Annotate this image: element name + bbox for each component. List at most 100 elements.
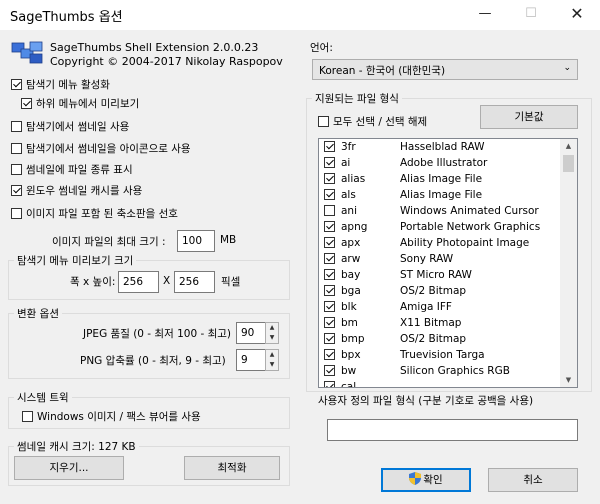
list-item-checkbox[interactable] <box>324 237 335 248</box>
list-item-checkbox[interactable] <box>324 269 335 280</box>
list-item-extension: bw <box>341 365 357 377</box>
checkbox-label: Windows 이미지 / 팩스 뷰어를 사용 <box>37 411 201 423</box>
custom-types-input[interactable] <box>327 419 578 441</box>
checkbox-box[interactable] <box>318 116 329 127</box>
default-button[interactable]: 기본값 <box>480 105 578 129</box>
list-item-extension: cal <box>341 381 357 388</box>
spin-down-icon[interactable]: ▼ <box>266 360 278 370</box>
list-item[interactable]: bm X11 Bitmap <box>319 315 577 331</box>
language-select[interactable]: Korean - 한국어 (대한민국) ⌄ <box>312 59 578 80</box>
checkbox-box[interactable] <box>11 143 22 154</box>
list-item-description: Ability Photopaint Image <box>400 237 530 249</box>
list-item-checkbox[interactable] <box>324 333 335 344</box>
list-item[interactable]: cal <box>319 379 577 388</box>
list-item-description: Hasselblad RAW <box>400 141 485 153</box>
list-item[interactable]: bmp OS/2 Bitmap <box>319 331 577 347</box>
list-item-extension: ani <box>341 205 358 217</box>
list-item[interactable]: arw Sony RAW <box>319 251 577 267</box>
preview-height-input[interactable]: 256 <box>174 271 215 293</box>
list-item-checkbox[interactable] <box>324 205 335 216</box>
spin-up-icon[interactable]: ▲ <box>266 350 278 360</box>
list-item[interactable]: ai Adobe Illustrator <box>319 155 577 171</box>
list-item[interactable]: bw Silicon Graphics RGB <box>319 363 577 379</box>
ok-button[interactable]: 확인 <box>381 468 471 492</box>
filetypes-list[interactable]: 3fr Hasselblad RAW ai Adobe Illustrator alia… <box>318 138 578 388</box>
list-item[interactable]: apng Portable Network Graphics <box>319 219 577 235</box>
list-item[interactable]: alias Alias Image File <box>319 171 577 187</box>
list-item-extension: alias <box>341 173 366 185</box>
explorer-thumbnails-checkbox[interactable]: 탐색기에서 썸네일 사용 <box>11 120 129 135</box>
show-filetype-checkbox[interactable]: 썸네일에 파일 종류 표시 <box>11 163 133 178</box>
jpeg-quality-spinner[interactable]: ▲ ▼ <box>265 322 279 344</box>
optimize-cache-button[interactable]: 최적화 <box>184 456 280 480</box>
app-logo-icon <box>11 40 45 66</box>
list-item-description: Alias Image File <box>400 173 483 185</box>
list-item-extension: bga <box>341 285 361 297</box>
list-item-checkbox[interactable] <box>324 221 335 232</box>
list-item-checkbox[interactable] <box>324 381 335 387</box>
thumbnails-as-icons-checkbox[interactable]: 탐색기에서 썸네일을 아이콘으로 사용 <box>11 142 191 157</box>
list-item-description: Adobe Illustrator <box>400 157 488 169</box>
minimize-button[interactable]: — <box>462 0 508 30</box>
scroll-up-icon[interactable]: ▲ <box>560 139 577 153</box>
windows-thumb-cache-checkbox[interactable]: 윈도우 썸네일 캐시를 사용 <box>11 184 142 199</box>
list-item[interactable]: 3fr Hasselblad RAW <box>319 139 577 155</box>
list-item[interactable]: bpx Truevision Targa <box>319 347 577 363</box>
max-size-input[interactable]: 100 <box>177 230 215 252</box>
system-tray-legend: 시스템 트윅 <box>14 390 72 405</box>
checkbox-label: 윈도우 썸네일 캐시를 사용 <box>26 185 143 197</box>
spin-up-icon[interactable]: ▲ <box>266 323 278 333</box>
png-compression-spinner[interactable]: ▲ ▼ <box>265 349 279 371</box>
select-all-checkbox[interactable]: 모두 선택 / 선택 해제 <box>318 115 427 130</box>
windows-viewer-checkbox[interactable]: Windows 이미지 / 팩스 뷰어를 사용 <box>22 410 201 425</box>
list-item-checkbox[interactable] <box>324 189 335 200</box>
list-item-checkbox[interactable] <box>324 253 335 264</box>
list-item[interactable]: bga OS/2 Bitmap <box>319 283 577 299</box>
list-item-checkbox[interactable] <box>324 365 335 376</box>
list-item-checkbox[interactable] <box>324 173 335 184</box>
checkbox-box[interactable] <box>11 208 22 219</box>
list-item[interactable]: als Alias Image File <box>319 187 577 203</box>
copyright-text: Copyright © 2004-2017 Nikolay Raspopov <box>50 55 283 68</box>
checkbox-label: 이미지 파일 포함 된 축소판을 선호 <box>26 208 178 220</box>
list-item-checkbox[interactable] <box>324 301 335 312</box>
list-item-description: OS/2 Bitmap <box>400 333 467 345</box>
checkbox-box[interactable] <box>11 79 22 90</box>
checkbox-box[interactable] <box>11 121 22 132</box>
list-item-checkbox[interactable] <box>324 317 335 328</box>
checkbox-box[interactable] <box>11 164 22 175</box>
list-item-checkbox[interactable] <box>324 157 335 168</box>
checkbox-box[interactable] <box>22 411 33 422</box>
language-value: Korean - 한국어 (대한민국) <box>319 65 446 77</box>
maximize-button[interactable]: ☐ <box>508 0 554 30</box>
list-scrollbar[interactable]: ▲ ▼ <box>560 139 577 387</box>
cache-size-label: 썸네일 캐시 크기: 127 KB <box>14 439 139 454</box>
list-item-extension: blk <box>341 301 357 313</box>
checkbox-box[interactable] <box>21 98 32 109</box>
app-name: SageThumbs Shell Extension 2.0.0.23 <box>50 41 259 54</box>
preview-size-label: 폭 x 높이: <box>70 276 116 288</box>
cancel-button[interactable]: 취소 <box>488 468 578 492</box>
clear-cache-button[interactable]: 지우기... <box>14 456 124 480</box>
jpeg-quality-label: JPEG 품질 (0 - 최저 100 - 최고) <box>83 328 232 340</box>
window-title: SageThumbs 옵션 <box>10 10 123 25</box>
list-item[interactable]: blk Amiga IFF <box>319 299 577 315</box>
prefer-embedded-checkbox[interactable]: 이미지 파일 포함 된 축소판을 선호 <box>11 207 178 222</box>
jpeg-quality-input[interactable]: 90 <box>236 322 266 344</box>
png-compression-input[interactable]: 9 <box>236 349 266 371</box>
checkbox-box[interactable] <box>11 185 22 196</box>
list-item-checkbox[interactable] <box>324 141 335 152</box>
enable-explorer-menu-checkbox[interactable]: 탐색기 메뉴 활성화 <box>11 78 110 93</box>
preview-width-input[interactable]: 256 <box>118 271 159 293</box>
list-item[interactable]: bay ST Micro RAW <box>319 267 577 283</box>
checkbox-label: 하위 메뉴에서 미리보기 <box>36 98 140 110</box>
submenu-preview-checkbox[interactable]: 하위 메뉴에서 미리보기 <box>21 97 139 112</box>
list-item[interactable]: apx Ability Photopaint Image <box>319 235 577 251</box>
list-item[interactable]: ani Windows Animated Cursor <box>319 203 577 219</box>
scroll-down-icon[interactable]: ▼ <box>560 373 577 387</box>
close-button[interactable]: ✕ <box>554 0 600 30</box>
scroll-thumb[interactable] <box>563 155 574 172</box>
list-item-checkbox[interactable] <box>324 285 335 296</box>
list-item-checkbox[interactable] <box>324 349 335 360</box>
spin-down-icon[interactable]: ▼ <box>266 333 278 343</box>
